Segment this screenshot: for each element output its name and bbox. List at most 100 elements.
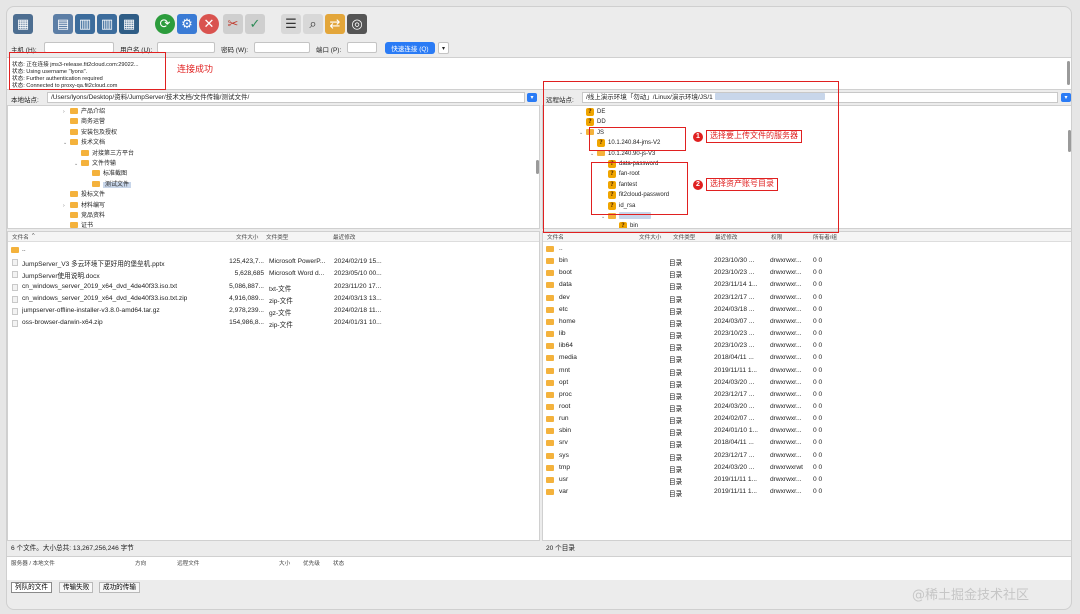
table-row[interactable]: bin 目录 2023/10/30 ... drwxrwxr... 0 0 xyxy=(543,255,1071,267)
table-row[interactable]: srv 目录 2018/04/11 ... drwxrwxr... 0 0 xyxy=(543,437,1071,449)
process-queue-icon[interactable]: ⚙ xyxy=(177,14,197,34)
column-header-modified[interactable]: 最近修改 xyxy=(715,233,737,241)
table-row[interactable]: sbin 目录 2024/01/10 1... drwxrwxr... 0 0 xyxy=(543,425,1071,437)
local-tree-scrollbar[interactable] xyxy=(536,160,539,174)
cancel-icon[interactable]: ✕ xyxy=(199,14,219,34)
column-header-owner[interactable]: 所有者/组 xyxy=(813,233,837,241)
expand-arrow-icon[interactable]: ⌄ xyxy=(74,160,81,169)
queue-col-server[interactable]: 服务器 / 本地文件 xyxy=(11,559,55,567)
tree-node[interactable]: 商务运营 xyxy=(63,118,105,127)
search-icon[interactable]: ⌕ xyxy=(303,14,323,34)
table-row[interactable]: boot 目录 2023/10/23 ... drwxrwxr... 0 0 xyxy=(543,267,1071,279)
disconnect-icon[interactable]: ✂ xyxy=(223,14,243,34)
filter-icon[interactable]: ☰ xyxy=(281,14,301,34)
table-row[interactable]: cn_windows_server_2019_x64_dvd_4de40f33.… xyxy=(8,281,539,293)
reconnect-icon[interactable]: ✓ xyxy=(245,14,265,34)
column-header-size[interactable]: 文件大小 xyxy=(236,233,258,241)
queue-col-status[interactable]: 状态 xyxy=(333,559,344,567)
tree-node[interactable]: 标准截图 xyxy=(85,170,127,179)
file-name: lib64 xyxy=(559,342,573,350)
column-header-filename[interactable]: 文件名 xyxy=(12,233,29,241)
tree-node[interactable]: 对接第三方平台 xyxy=(74,149,134,159)
tree-node[interactable]: 安装包及授权 xyxy=(63,128,117,138)
file-type: gz-文件 xyxy=(269,310,292,317)
column-header-filename[interactable]: 文件名 xyxy=(547,233,564,241)
quickconnect-button[interactable]: 快速连接 (Q) xyxy=(385,42,435,54)
column-header-size[interactable]: 文件大小 xyxy=(639,233,661,241)
tab-failed-transfers[interactable]: 传输失败 xyxy=(59,582,94,593)
binoculars-icon[interactable]: ◎ xyxy=(347,14,367,34)
table-row[interactable]: media 目录 2018/04/11 ... drwxrwxr... 0 0 xyxy=(543,352,1071,364)
column-header-type[interactable]: 文件类型 xyxy=(266,233,288,241)
file-size: 4,916,089... xyxy=(229,294,264,302)
site-manager-icon[interactable]: ▦ xyxy=(13,14,33,34)
remote-status: 20 个目录 xyxy=(546,545,575,552)
table-row[interactable]: usr 目录 2019/11/11 1... drwxrwxr... 0 0 xyxy=(543,474,1071,486)
table-row[interactable]: opt 目录 2024/03/20 ... drwxrwxr... 0 0 xyxy=(543,377,1071,389)
tree-node[interactable]: ⌄ 技术文档 xyxy=(63,139,105,148)
expand-arrow-icon[interactable]: › xyxy=(63,108,70,117)
password-input[interactable] xyxy=(254,42,310,53)
table-row[interactable]: cn_windows_server_2019_x64_dvd_4de40f33.… xyxy=(8,293,539,305)
table-row[interactable]: lib64 目录 2023/10/23 ... drwxrwxr... 0 0 xyxy=(543,340,1071,352)
table-row[interactable]: JumpServer使用说明.docx 5,628,685 Microsoft Wo… xyxy=(8,268,539,280)
table-row[interactable]: jumpserver-offline-installer-v3.8.0-amd6… xyxy=(8,305,539,317)
folder-icon xyxy=(546,258,554,265)
table-row[interactable]: lib 目录 2023/10/23 ... drwxrwxr... 0 0 xyxy=(543,328,1071,340)
expand-arrow-icon[interactable]: › xyxy=(63,202,70,211)
table-row[interactable]: sys 目录 2023/12/17 ... drwxrwxr... 0 0 xyxy=(543,450,1071,462)
queue-col-size[interactable]: 大小 xyxy=(279,559,290,567)
remote-tree-scrollbar[interactable] xyxy=(1068,130,1071,152)
table-row[interactable]: data 目录 2023/11/14 1... drwxrwxr... 0 0 xyxy=(543,279,1071,291)
compare-icon[interactable]: ⇄ xyxy=(325,14,345,34)
file-modified: 2024/02/18 11... xyxy=(334,307,382,314)
column-header-modified[interactable]: 最近修改 xyxy=(333,233,355,241)
table-row[interactable]: dev 目录 2023/12/17 ... drwxrwxr... 0 0 xyxy=(543,292,1071,304)
table-row[interactable]: tmp 目录 2024/03/20 ... drwxrwxrwt 0 0 xyxy=(543,462,1071,474)
table-row[interactable]: run 目录 2024/02/07 ... drwxrwxr... 0 0 xyxy=(543,413,1071,425)
toggle-local-tree-icon[interactable]: ▥ xyxy=(75,14,95,34)
table-row[interactable]: JumpServer_V3 多云环境下更好用的堡垒机.pptx 125,423,7… xyxy=(8,256,539,268)
table-row[interactable]: var 目录 2019/11/11 1... drwxrwxr... 0 0 xyxy=(543,486,1071,498)
tree-node[interactable]: 测试文件 xyxy=(85,180,132,190)
tree-node[interactable]: › 产品介绍 xyxy=(63,108,105,117)
toggle-remote-tree-icon[interactable]: ▥ xyxy=(97,14,117,34)
file-owner: 0 0 xyxy=(813,269,823,277)
table-row[interactable]: home 目录 2024/03/07 ... drwxrwxr... 0 0 xyxy=(543,316,1071,328)
expand-arrow-icon[interactable]: ⌄ xyxy=(63,139,70,148)
toggle-log-icon[interactable]: ▤ xyxy=(53,14,73,34)
queue-col-direction[interactable]: 方向 xyxy=(135,559,146,567)
queue-col-priority[interactable]: 优先级 xyxy=(303,559,320,567)
port-input[interactable] xyxy=(347,42,377,53)
remote-path-dropdown-icon[interactable]: ▾ xyxy=(1061,93,1071,102)
refresh-icon[interactable]: ⟳ xyxy=(155,14,175,34)
local-path-input[interactable]: /Users/lyons/Desktop/资料/JumpServer/技术文档/… xyxy=(47,92,525,103)
tree-node[interactable]: 投标文件 xyxy=(63,191,105,200)
table-row[interactable]: etc 目录 2024/03/18 ... drwxrwxr... 0 0 xyxy=(543,304,1071,316)
table-row[interactable]: .. xyxy=(543,243,1071,255)
table-row[interactable]: proc 目录 2023/12/17 ... drwxrwxr... 0 0 xyxy=(543,389,1071,401)
column-header-type[interactable]: 文件类型 xyxy=(673,233,695,241)
table-row[interactable]: mnt 目录 2019/11/11 1... drwxrwxr... 0 0 xyxy=(543,365,1071,377)
tree-node[interactable]: 证书 xyxy=(63,222,93,228)
table-row[interactable]: root 目录 2024/03/20 ... drwxrwxr... 0 0 xyxy=(543,401,1071,413)
table-row[interactable]: oss-browser-darwin-x64.zip 154,986,8... zi… xyxy=(8,317,539,329)
local-status: 6 个文件。大小总共: 13,267,256,246 字节 xyxy=(11,545,134,552)
file-name: lib xyxy=(559,330,566,338)
file-type: 目录 xyxy=(669,308,683,316)
table-row[interactable]: .. xyxy=(8,244,539,256)
transfer-queue-icon[interactable]: ▦ xyxy=(119,14,139,34)
folder-icon xyxy=(546,452,554,459)
folder-icon xyxy=(546,294,554,301)
quickconnect-dropdown-icon[interactable]: ▾ xyxy=(438,42,449,54)
tab-queued-files[interactable]: 列队的文件 xyxy=(11,582,52,593)
tree-node[interactable]: ⌄ 文件传输 xyxy=(74,160,116,169)
column-header-permissions[interactable]: 权限 xyxy=(771,233,782,241)
log-scrollbar[interactable] xyxy=(1067,61,1070,85)
tree-node[interactable]: 竞品资料 xyxy=(63,212,105,221)
tab-successful-transfers[interactable]: 成功的传输 xyxy=(99,582,140,593)
local-path-dropdown-icon[interactable]: ▾ xyxy=(527,93,537,102)
tree-node[interactable]: › 材料编写 xyxy=(63,201,105,211)
queue-col-remote[interactable]: 远程文件 xyxy=(177,559,199,567)
file-modified: 2024/03/20 ... xyxy=(714,402,755,410)
